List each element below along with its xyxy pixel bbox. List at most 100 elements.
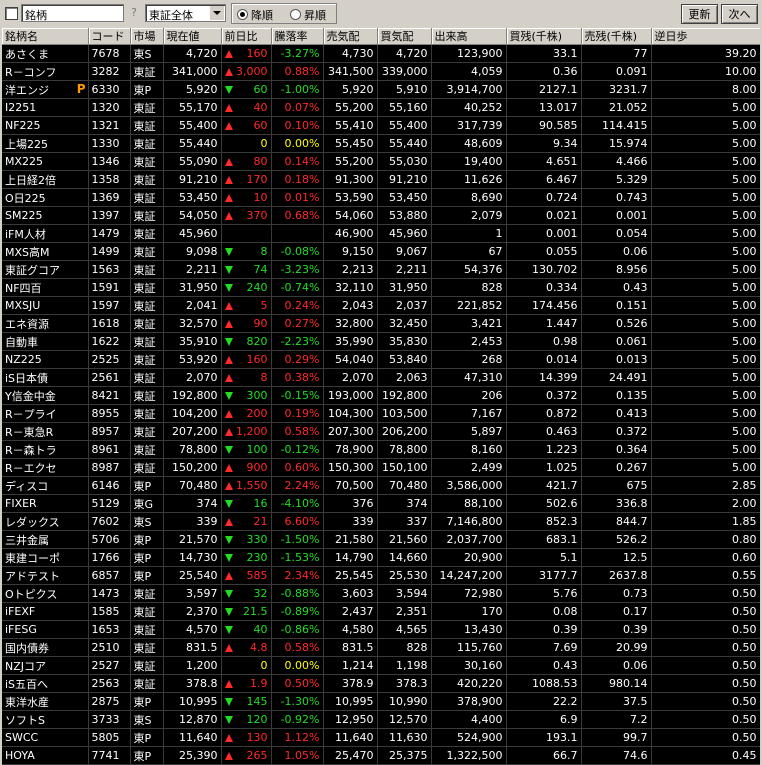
up-arrow-icon xyxy=(224,176,233,184)
column-header[interactable]: 騰落率 xyxy=(271,28,324,45)
table-row[interactable]: NZJコア 2527 東証 1,200 0 0.00% 1,214 1,198 30,160 0.… xyxy=(2,656,760,675)
sort-desc-label: 降順 xyxy=(251,9,273,22)
table-row[interactable]: MX225 1346 東証 55,090 80 0.14% 55,200 55,030 19,4… xyxy=(2,152,760,171)
table-row[interactable]: iFESG 1653 東証 4,570 40 -0.86% 4,580 4,565 13,430… xyxy=(2,620,760,639)
column-header[interactable]: コード xyxy=(88,28,131,45)
table-row[interactable]: iFEXF 1585 東証 2,370 21.5 -0.89% 2,437 2,351 170 0… xyxy=(2,602,760,621)
table-row[interactable]: FIXER 5129 東G 374 16 -4.10% 376 374 88,100 502.6 3… xyxy=(2,494,760,513)
column-header[interactable]: 売気配 xyxy=(323,28,378,45)
field-select[interactable]: 銘柄 xyxy=(21,4,124,22)
next-button[interactable]: 次へ xyxy=(721,4,758,24)
table-row[interactable]: ディスコ 6146 東P 70,480 1,550 2.24% 70,500 70,480 3,… xyxy=(2,476,760,495)
market-cell: 東証 xyxy=(130,674,164,693)
table-row[interactable]: R－エクセ 8987 東証 150,200 900 0.60% 150,300 150,100… xyxy=(2,458,760,477)
table-row[interactable]: 自動車 1622 東証 35,910 820 -2.23% 35,990 35,830 2,45… xyxy=(2,332,760,351)
table-row[interactable]: iS五百へ 2563 東証 378.8 1.9 0.50% 378.9 378.3 420,22… xyxy=(2,674,760,693)
ask-cell: 12,950 xyxy=(323,710,378,729)
vol-cell: 72,980 xyxy=(431,584,507,603)
price-cell: 1,200 xyxy=(163,656,222,675)
column-header[interactable]: 現在値 xyxy=(163,28,222,45)
market-cell: 東証 xyxy=(130,620,164,639)
stock-name: ソフトS xyxy=(5,713,45,727)
chevron-down-icon[interactable] xyxy=(209,6,224,20)
table-row[interactable]: Oトピクス 1473 東証 3,597 32 -0.88% 3,603 3,594 72,980… xyxy=(2,584,760,603)
market-cell: 東証 xyxy=(130,206,164,225)
table-row[interactable]: O日225 1369 東証 53,450 10 0.01% 53,590 53,450 8,69… xyxy=(2,188,760,207)
market-cell: 東P xyxy=(130,746,164,765)
table-row[interactable]: 東洋水産 2875 東P 10,995 145 -1.30% 10,995 10,990 378… xyxy=(2,692,760,711)
market-select-value: 東証全体 xyxy=(149,9,193,22)
stock-name-cell: iS五百へ xyxy=(2,674,89,693)
table-row[interactable]: エネ資源 1618 東証 32,570 90 0.27% 32,800 32,450 3,421… xyxy=(2,314,760,333)
market-select[interactable]: 東証全体 xyxy=(145,4,226,22)
column-header[interactable]: 買残(千株) xyxy=(506,28,582,45)
stock-name: NF225 xyxy=(5,119,41,132)
stock-name-cell: ディスコ xyxy=(2,476,89,495)
table-row[interactable]: HOYA 7741 東P 25,390 265 1.05% 25,470 25,375 1,32… xyxy=(2,746,760,765)
table-row[interactable]: Y信金中金 8421 東証 192,800 300 -0.15% 193,000 192,80… xyxy=(2,386,760,405)
table-row[interactable]: ソフトS 3733 東S 12,870 120 -0.92% 12,950 12,570 4,4… xyxy=(2,710,760,729)
table-row[interactable]: iS日本債 2561 東証 2,070 8 0.38% 2,070 2,063 47,310 14… xyxy=(2,368,760,387)
column-header[interactable]: 買気配 xyxy=(377,28,432,45)
table-row[interactable]: 洋エンジ P 6330 東P 5,920 60 -1.00% 5,920 5,910 3,914,… xyxy=(2,80,760,99)
table-row[interactable]: SM225 1397 東証 54,050 370 0.68% 54,060 53,880 2,0… xyxy=(2,206,760,225)
table-row[interactable]: R－森トラ 8961 東証 78,800 100 -0.12% 78,900 78,800 8,… xyxy=(2,440,760,459)
vol-cell: 123,900 xyxy=(431,44,507,63)
up-arrow-icon xyxy=(224,374,233,382)
buy-cell: 0.001 xyxy=(506,224,582,243)
table-row[interactable]: 国内債券 2510 東証 831.5 4.8 0.58% 831.5 828 115,760 7.… xyxy=(2,638,760,657)
table-row[interactable]: R－コンフ 3282 東証 341,000 3,000 0.88% 341,500 339,0… xyxy=(2,62,760,81)
table-row[interactable]: MXS高M 1499 東証 9,098 8 -0.08% 9,150 9,067 67 0.055… xyxy=(2,242,760,261)
market-cell: 東P xyxy=(130,728,164,747)
ask-cell: 55,200 xyxy=(323,98,378,117)
table-row[interactable]: アドテスト 6857 東P 25,540 585 2.34% 25,545 25,530 14,… xyxy=(2,566,760,585)
table-row[interactable]: NF225 1321 東証 55,400 60 0.10% 55,410 55,400 317,… xyxy=(2,116,760,135)
table-row[interactable]: 三井金属 5706 東P 21,570 330 -1.50% 21,580 21,560 2,0… xyxy=(2,530,760,549)
bid-cell: 25,375 xyxy=(377,746,432,765)
field-select-label: 銘柄 xyxy=(25,9,47,22)
stock-name-cell: 上場225 xyxy=(2,134,89,153)
rev-cell: 5.00 xyxy=(651,260,760,279)
sort-asc-radio[interactable]: 昇順 xyxy=(290,7,326,23)
rev-cell: 0.80 xyxy=(651,530,760,549)
help-icon[interactable]: ? xyxy=(127,6,141,20)
market-cell: 東証 xyxy=(130,98,164,117)
column-header[interactable]: 売残(千株) xyxy=(581,28,652,45)
table-row[interactable]: 上場225 1330 東証 55,440 0 0.00% 55,450 55,440 48,60… xyxy=(2,134,760,153)
table-row[interactable]: MXSJU 1597 東証 2,041 5 0.24% 2,043 2,037 221,852 1… xyxy=(2,296,760,315)
up-arrow-icon xyxy=(224,50,233,58)
change-cell: 130 xyxy=(221,728,272,747)
column-header[interactable]: 逆日歩 xyxy=(651,28,760,45)
select-all-checkbox[interactable] xyxy=(5,7,18,20)
code-cell: 3733 xyxy=(88,710,131,729)
stock-name-cell: iFEXF xyxy=(2,602,89,621)
table-row[interactable]: あさくま 7678 東S 4,720 160 -3.27% 4,730 4,720 123,90… xyxy=(2,44,760,63)
bid-cell: 9,067 xyxy=(377,242,432,261)
refresh-button[interactable]: 更新 xyxy=(681,4,718,24)
table-row[interactable]: 東証グコア 1563 東証 2,211 74 -3.23% 2,213 2,211 54,376… xyxy=(2,260,760,279)
column-header[interactable]: 銘柄名 xyxy=(2,28,89,45)
sell-cell: 844.7 xyxy=(581,512,652,531)
ask-cell: 55,410 xyxy=(323,116,378,135)
column-header[interactable]: 市場 xyxy=(130,28,164,45)
table-row[interactable]: NZ225 2525 東証 53,920 160 0.29% 54,040 53,840 268… xyxy=(2,350,760,369)
table-row[interactable]: 上日経2倍 1358 東証 91,210 170 0.18% 91,300 91,210 11,… xyxy=(2,170,760,189)
price-cell: 341,000 xyxy=(163,62,222,81)
column-header[interactable]: 出来高 xyxy=(431,28,507,45)
table-row[interactable]: R－プライ 8955 東証 104,200 200 0.19% 104,300 103,500… xyxy=(2,404,760,423)
rev-cell: 1.85 xyxy=(651,512,760,531)
market-cell: 東P xyxy=(130,566,164,585)
table-row[interactable]: 東建コーポ 1766 東P 14,730 230 -1.53% 14,790 14,660 20… xyxy=(2,548,760,567)
sort-desc-radio[interactable]: 降順 xyxy=(237,7,273,23)
code-cell: 1321 xyxy=(88,116,131,135)
table-row[interactable]: I2251 1320 東証 55,170 40 0.07% 55,200 55,160 40,2… xyxy=(2,98,760,117)
change-value: 90 xyxy=(253,317,268,330)
table-row[interactable]: レダックス 7602 東S 339 21 6.60% 339 337 7,146,800 852.… xyxy=(2,512,760,531)
column-header[interactable]: 前日比 xyxy=(221,28,272,45)
table-row[interactable]: NF四百 1591 東証 31,950 240 -0.74% 32,110 31,950 828… xyxy=(2,278,760,297)
change-value: 0 xyxy=(260,659,268,672)
table-row[interactable]: SWCC 5805 東P 11,640 130 1.12% 11,640 11,630 524,… xyxy=(2,728,760,747)
table-row[interactable]: iFM人材 1479 東証 45,960 46,900 45,960 1 0.001 0.054… xyxy=(2,224,760,243)
table-row[interactable]: R－東急R 8957 東証 207,200 1,200 0.58% 207,300 206,2… xyxy=(2,422,760,441)
stock-name-cell: iS日本債 xyxy=(2,368,89,387)
